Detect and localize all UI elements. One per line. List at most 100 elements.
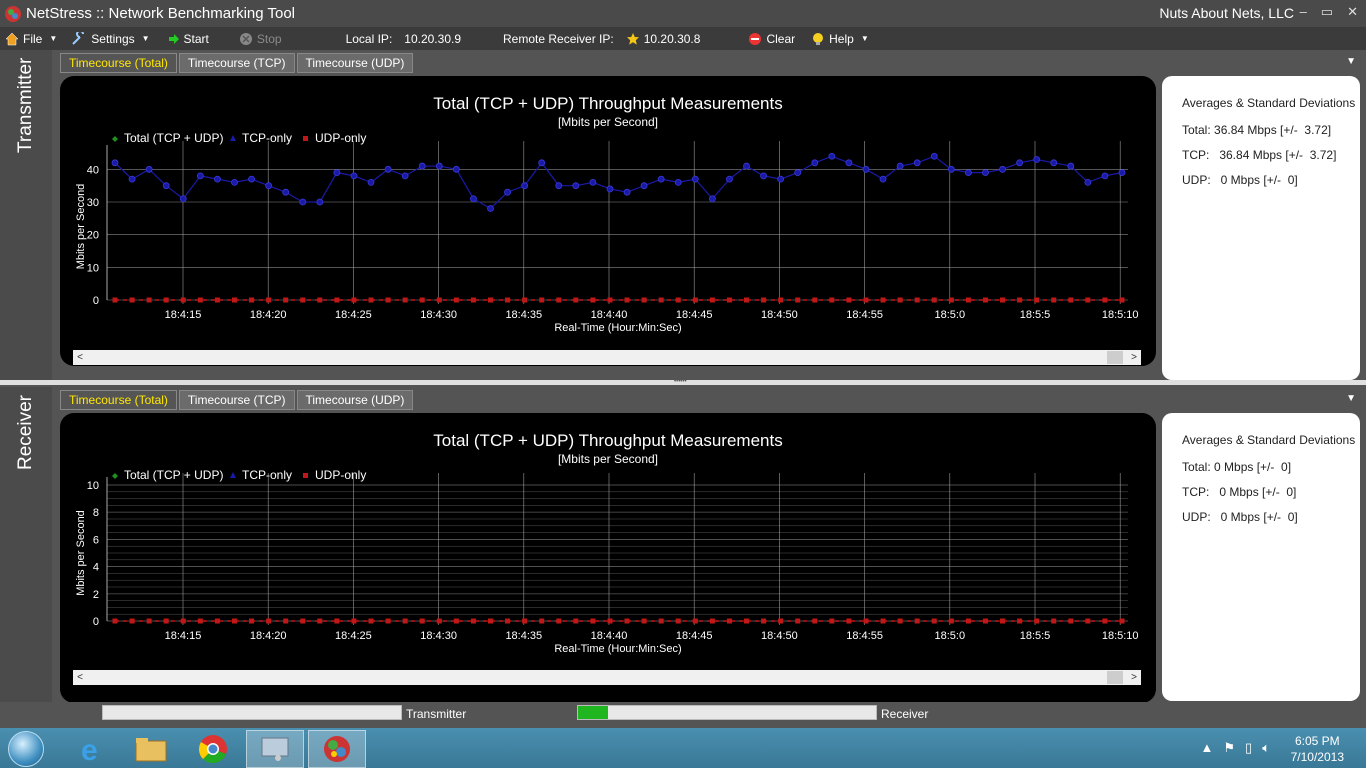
action-center-flag-icon[interactable]: ⚑ <box>1223 740 1235 756</box>
start-orb-icon[interactable] <box>8 731 44 767</box>
udp-point <box>641 618 647 624</box>
udp-point <box>266 297 272 303</box>
tab-timecourse-tcp[interactable]: Timecourse (TCP) <box>178 390 295 410</box>
udp-point <box>146 618 152 624</box>
window-title: NetStress :: Network Benchmarking Tool <box>26 5 295 22</box>
udp-point <box>214 297 220 303</box>
tcp-point <box>214 175 221 183</box>
tcp-point <box>640 182 648 190</box>
maximize-button[interactable]: ▭ <box>1321 4 1333 20</box>
udp-point <box>163 297 169 303</box>
taskbar-clock[interactable]: 6:05 PM 7/10/2013 <box>1291 733 1344 765</box>
udp-point <box>761 618 767 624</box>
scroll-right-icon[interactable]: > <box>1127 352 1141 363</box>
udp-point <box>470 618 476 624</box>
udp-point <box>1000 297 1006 303</box>
udp-point <box>436 297 442 303</box>
udp-point <box>658 297 664 303</box>
udp-point <box>948 618 954 624</box>
settings-menu[interactable]: Settings ▼ <box>71 31 150 46</box>
udp-point <box>914 618 920 624</box>
scroll-right-icon[interactable]: > <box>1127 672 1141 683</box>
stats-udp: UDP: 0 Mbps [+/- 0] <box>1182 173 1298 187</box>
clear-icon <box>749 32 762 45</box>
transmitter-tabs: Timecourse (Total) Timecourse (TCP) Time… <box>60 53 414 73</box>
y-tick-label: 8 <box>93 507 99 519</box>
close-button[interactable]: ✕ <box>1347 4 1358 20</box>
tcp-point <box>589 179 597 186</box>
tcp-point <box>572 182 580 190</box>
network-icon[interactable]: ▯ <box>1245 740 1252 756</box>
legend-label: Total (TCP + UDP) <box>124 468 223 482</box>
pane-menu-icon[interactable]: ▼ <box>1346 56 1356 67</box>
title-bar: NetStress :: Network Benchmarking Tool N… <box>0 0 1366 27</box>
stop-icon <box>239 32 252 45</box>
legend-label: Total (TCP + UDP) <box>124 131 223 145</box>
receiver-chart: Total (TCP + UDP) Throughput Measurement… <box>75 431 1139 655</box>
tcp-point <box>1067 162 1075 170</box>
tcp-point <box>350 172 358 180</box>
file-menu[interactable]: File ▼ <box>5 32 57 46</box>
minimize-button[interactable]: – <box>1300 4 1307 20</box>
tcp-point <box>1101 172 1109 180</box>
receiver-pane: Receiver Timecourse (Total) Timecourse (… <box>0 387 1366 703</box>
udp-point <box>624 618 630 624</box>
scroll-thumb[interactable] <box>1107 351 1123 364</box>
udp-point <box>419 297 425 303</box>
netstress-app-icon[interactable] <box>308 730 366 768</box>
x-tick-label: 18:4:55 <box>846 309 883 321</box>
chart-subtitle: [Mbits per Second] <box>558 452 658 466</box>
scroll-left-icon[interactable]: < <box>73 352 87 363</box>
local-ip-value: 10.20.30.9 <box>404 31 461 46</box>
legend-marker-tcp <box>230 472 236 478</box>
start-button[interactable]: Start <box>168 32 209 46</box>
pane-splitter[interactable]: •••••• <box>0 379 1366 385</box>
tab-timecourse-tcp[interactable]: Timecourse (TCP) <box>178 53 295 73</box>
y-axis-label: Mbits per Second <box>75 510 87 596</box>
y-tick-label: 10 <box>87 262 99 274</box>
chrome-icon[interactable] <box>184 730 242 768</box>
file-explorer-icon[interactable] <box>122 730 180 768</box>
tcp-point <box>1050 159 1058 167</box>
pane-menu-icon[interactable]: ▼ <box>1346 393 1356 404</box>
remote-ip-field[interactable]: 10.20.30.8 <box>626 32 700 46</box>
receiver-chart-panel: Total (TCP + UDP) Throughput Measurement… <box>60 413 1156 703</box>
tab-timecourse-udp[interactable]: Timecourse (UDP) <box>296 390 414 410</box>
udp-point <box>709 618 715 624</box>
tab-timecourse-total[interactable]: Timecourse (Total) <box>60 390 177 410</box>
tcp-point <box>299 198 307 206</box>
stop-button[interactable]: Stop <box>239 32 282 46</box>
tab-timecourse-udp[interactable]: Timecourse (UDP) <box>296 53 414 73</box>
tab-timecourse-total[interactable]: Timecourse (Total) <box>60 53 177 73</box>
x-tick-label: 18:4:40 <box>591 309 628 321</box>
x-tick-label: 18:4:25 <box>335 309 372 321</box>
receiver-chart-scrollbar[interactable]: < > <box>73 670 1141 685</box>
udp-point <box>692 297 698 303</box>
transmitter-chart-scrollbar[interactable]: < > <box>73 350 1141 365</box>
stats-title: Averages & Standard Deviations <box>1182 433 1356 447</box>
udp-point <box>1034 618 1040 624</box>
transmitter-progress-label: Transmitter <box>406 707 467 721</box>
x-tick-label: 18:4:20 <box>250 630 287 642</box>
scroll-thumb[interactable] <box>1107 671 1123 684</box>
clear-button[interactable]: Clear <box>748 32 795 46</box>
show-hidden-icons-icon[interactable]: ▲ <box>1201 740 1214 756</box>
help-menu[interactable]: Help ▼ <box>811 32 869 46</box>
scroll-left-icon[interactable]: < <box>73 672 87 683</box>
x-tick-label: 18:5:5 <box>1020 309 1051 321</box>
udp-point <box>982 297 988 303</box>
udp-point <box>863 297 869 303</box>
chart-title: Total (TCP + UDP) Throughput Measurement… <box>433 431 782 450</box>
remote-ip-label: Remote Receiver IP: <box>503 31 614 46</box>
tcp-point <box>794 169 802 176</box>
udp-point <box>607 618 613 624</box>
tcp-point <box>316 198 324 206</box>
control-panel-icon[interactable] <box>246 730 304 768</box>
tcp-point <box>674 179 682 186</box>
internet-explorer-icon[interactable]: e <box>62 730 120 768</box>
volume-icon[interactable]: 🔈︎ <box>1262 740 1270 756</box>
tcp-point <box>743 162 750 170</box>
stats-tcp: TCP: 0 Mbps [+/- 0] <box>1182 485 1297 499</box>
udp-point <box>112 297 118 303</box>
system-tray: ▲ ⚑ ▯ 🔈︎ <box>1201 740 1271 756</box>
